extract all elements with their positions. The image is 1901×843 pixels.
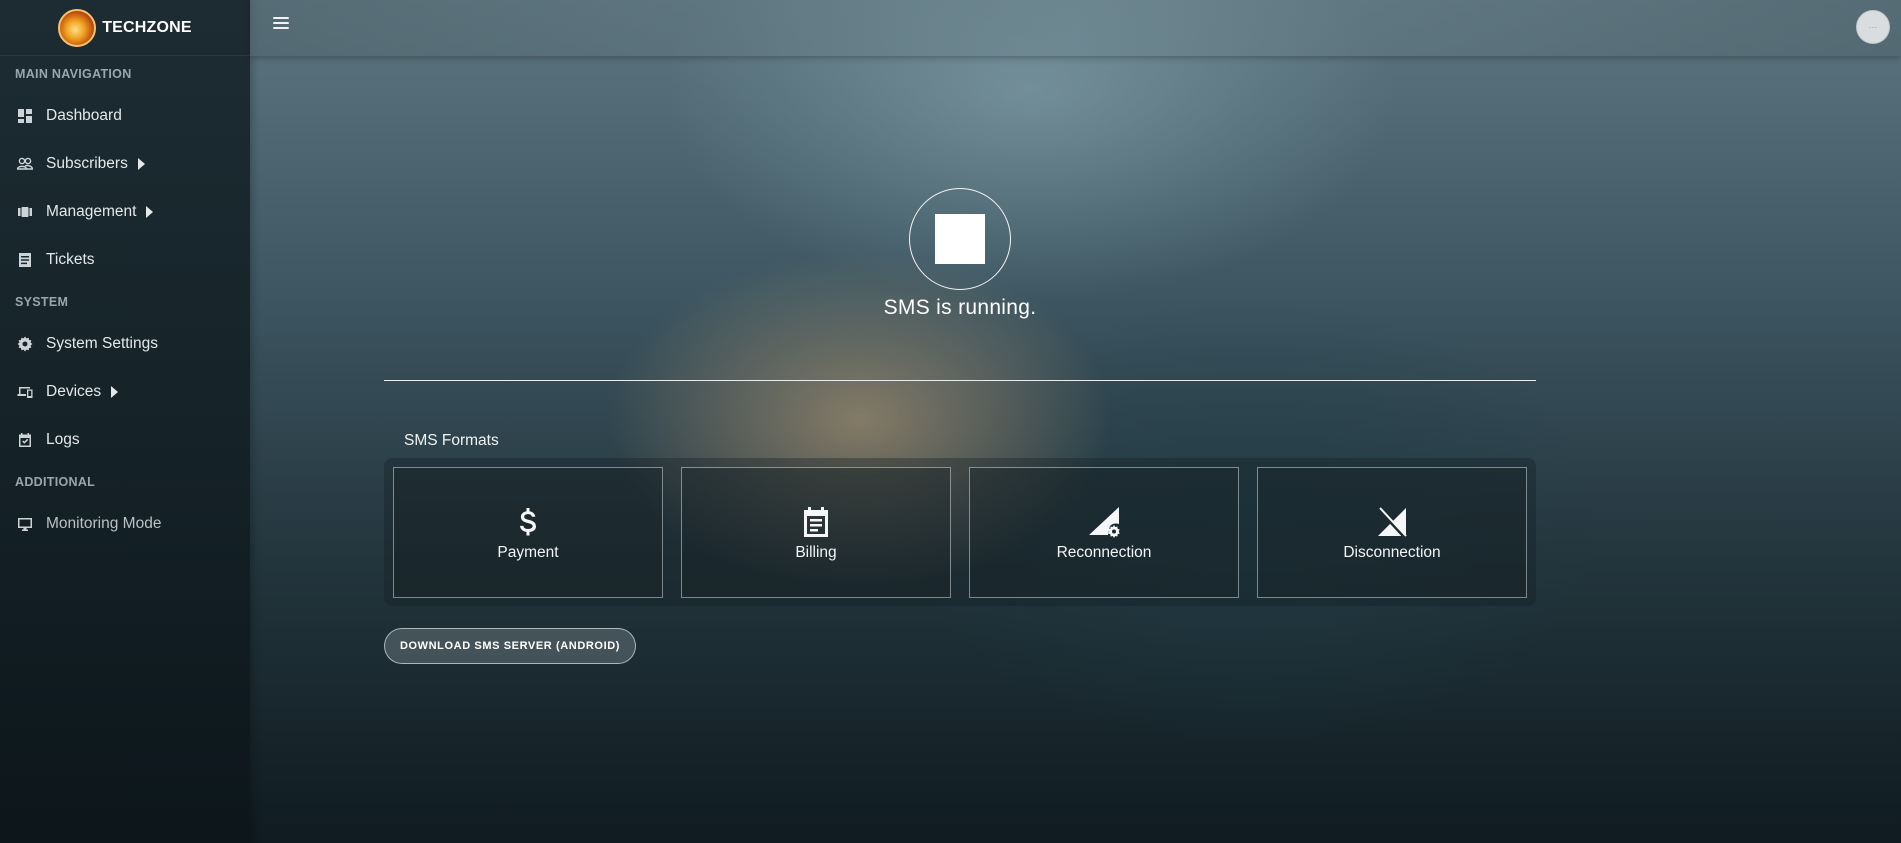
sidebar-item-label: Tickets <box>46 251 95 268</box>
sidebar-item-label: Dashboard <box>46 107 122 124</box>
signal-off-icon <box>1374 504 1410 540</box>
users-icon <box>16 155 34 173</box>
sidebar-item-management[interactable]: Management <box>0 188 250 236</box>
avatar-placeholder-icon: ··· <box>1868 22 1878 32</box>
format-card-billing[interactable]: Billing <box>681 467 951 598</box>
sidebar-item-label: System Settings <box>46 335 158 352</box>
format-label: Payment <box>497 543 559 561</box>
sidebar-item-devices[interactable]: Devices <box>0 368 250 416</box>
avatar[interactable]: ··· <box>1856 10 1890 44</box>
menu-icon[interactable] <box>273 17 289 31</box>
status-text: SMS is running. <box>883 296 1037 319</box>
monitor-icon <box>16 515 34 533</box>
sidebar-item-system-settings[interactable]: System Settings <box>0 320 250 368</box>
dashboard-icon <box>16 107 34 125</box>
caret-right-icon <box>137 158 145 170</box>
format-card-reconnection[interactable]: Reconnection <box>969 467 1239 598</box>
sidebar: TECHZONE MAIN NAVIGATION Dashboard Subsc… <box>0 0 250 843</box>
section-label-main-navigation: MAIN NAVIGATION <box>15 67 132 81</box>
brand[interactable]: TECHZONE <box>0 0 250 56</box>
sms-status: SMS is running. <box>384 56 1536 326</box>
topbar: ··· <box>250 0 1901 56</box>
download-sms-server-button[interactable]: DOWNLOAD SMS SERVER (ANDROID) <box>384 628 636 664</box>
sms-formats-title: SMS Formats <box>404 432 499 449</box>
gear-icon <box>16 335 34 353</box>
management-icon <box>16 203 34 221</box>
sidebar-item-label: Management <box>46 203 137 220</box>
sidebar-item-dashboard[interactable]: Dashboard <box>0 92 250 140</box>
sidebar-item-tickets[interactable]: Tickets <box>0 236 250 284</box>
format-label: Billing <box>795 543 837 561</box>
sidebar-item-monitoring-mode[interactable]: Monitoring Mode <box>0 500 250 548</box>
devices-icon <box>16 383 34 401</box>
dollar-icon <box>510 504 546 540</box>
stop-icon <box>935 214 985 264</box>
calendar-icon <box>798 504 834 540</box>
brand-name: TECHZONE <box>102 18 192 36</box>
logs-icon <box>16 431 34 449</box>
sidebar-item-logs[interactable]: Logs <box>0 416 250 464</box>
caret-right-icon <box>146 206 154 218</box>
sidebar-item-label: Monitoring Mode <box>46 515 162 532</box>
format-label: Disconnection <box>1343 543 1441 561</box>
sidebar-item-label: Devices <box>46 383 102 400</box>
sidebar-item-label: Logs <box>46 431 80 448</box>
brand-logo <box>58 8 97 47</box>
caret-right-icon <box>111 386 119 398</box>
section-label-additional: ADDITIONAL <box>15 475 96 489</box>
sidebar-item-label: Subscribers <box>46 155 128 172</box>
main-content: SMS is running. SMS Formats Payment Bill… <box>384 56 1536 843</box>
sidebar-item-subscribers[interactable]: Subscribers <box>0 140 250 188</box>
section-label-system: SYSTEM <box>15 295 69 309</box>
signal-settings-icon <box>1086 504 1122 540</box>
format-card-disconnection[interactable]: Disconnection <box>1257 467 1527 598</box>
format-card-payment[interactable]: Payment <box>393 467 663 598</box>
stop-button[interactable] <box>909 188 1011 290</box>
sms-formats-panel: Payment Billing Reconnection Disconnecti… <box>384 458 1536 606</box>
tickets-icon <box>16 251 34 269</box>
format-label: Reconnection <box>1056 543 1152 561</box>
divider <box>384 380 1536 381</box>
